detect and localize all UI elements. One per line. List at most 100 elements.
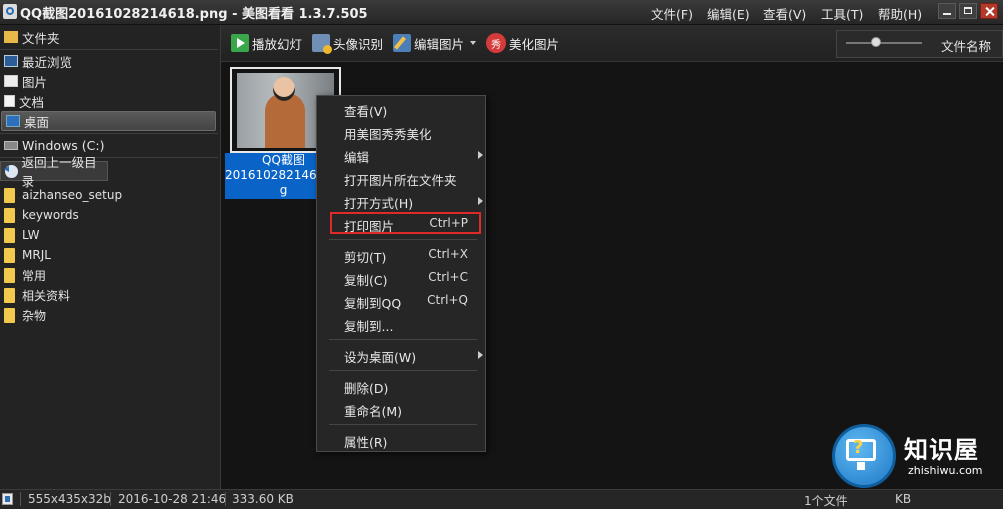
close-button[interactable] <box>980 3 998 19</box>
menu-item-label: 属性(R) <box>344 435 388 450</box>
divider <box>0 133 218 134</box>
folder-icon <box>4 307 15 323</box>
sort-label: 文件名称 <box>941 39 992 54</box>
menu-item-label: 复制到QQ <box>344 296 402 311</box>
menu-divider <box>329 424 477 425</box>
status-size: 333.60 KB <box>232 492 294 506</box>
menu-edit[interactable]: 编辑(E) <box>707 4 763 23</box>
maximize-button[interactable] <box>959 3 977 19</box>
title-bar: QQ截图20161028214618.png - 美图看看 1.3.7.505 … <box>0 0 1003 25</box>
back-arrow-icon <box>5 164 18 178</box>
folder-icon <box>4 207 15 223</box>
menu-item-label: 复制到... <box>344 319 394 334</box>
menu-item-shortcut: Ctrl+Q <box>427 293 468 307</box>
menu-item-copy-to-qq[interactable]: 复制到QQ Ctrl+Q <box>344 293 480 312</box>
menu-item-set-wallpaper[interactable]: 设为桌面(W) <box>344 347 483 366</box>
folder-name: 相关资料 <box>22 288 71 303</box>
menu-item-open-with[interactable]: 打开方式(H) <box>344 193 483 212</box>
window-controls <box>938 3 998 19</box>
zoom-slider[interactable] <box>846 42 922 44</box>
menu-item-shortcut: Ctrl+X <box>428 247 468 261</box>
folder-item[interactable]: 常用 <box>4 266 46 284</box>
folder-item[interactable]: 相关资料 <box>4 286 70 304</box>
menu-item-label: 打开方式(H) <box>344 196 414 211</box>
minimize-button[interactable] <box>938 3 956 19</box>
menu-item-properties[interactable]: 属性(R) <box>344 432 480 451</box>
back-label: 返回上一级目录 <box>21 155 97 189</box>
monitor-stand-icon <box>857 462 865 470</box>
status-dimensions: 555x435x32b <box>28 492 111 506</box>
folder-open-icon <box>4 31 18 43</box>
picture-icon <box>4 75 18 87</box>
menu-item-open-folder[interactable]: 打开图片所在文件夹 <box>344 170 480 189</box>
sidebar-item-label: 文档 <box>19 94 45 110</box>
menu-file[interactable]: 文件(F) <box>651 4 707 23</box>
menu-item-label: 复制(C) <box>344 273 388 288</box>
folder-name: LW <box>22 228 40 242</box>
menu-tools[interactable]: 工具(T) <box>821 4 878 23</box>
menu-item-label: 设为桌面(W) <box>344 350 417 365</box>
dropdown-arrow-icon[interactable] <box>470 41 477 45</box>
folder-name: MRJL <box>22 248 51 262</box>
menu-item-label: 用美图秀秀美化 <box>344 127 432 142</box>
question-mark-icon: ? <box>853 437 864 458</box>
folder-item[interactable]: aizhanseo_setup <box>4 186 122 204</box>
folder-item[interactable]: MRJL <box>4 246 51 264</box>
menu-item-delete[interactable]: 删除(D) <box>344 378 480 397</box>
menu-item-label: 查看(V) <box>344 104 388 119</box>
sidebar-header-label: 文件夹 <box>22 30 60 46</box>
menu-help[interactable]: 帮助(H) <box>878 4 938 23</box>
menu-item-label: 剪切(T) <box>344 250 387 265</box>
folder-name: aizhanseo_setup <box>22 188 123 202</box>
play-icon <box>231 34 249 52</box>
menu-item-beautify[interactable]: 用美图秀秀美化 <box>344 124 480 143</box>
divider <box>20 492 21 506</box>
folder-item[interactable]: 杂物 <box>4 306 46 324</box>
divider <box>225 492 226 506</box>
context-menu: 查看(V) 用美图秀秀美化 编辑 打开图片所在文件夹 打开方式(H) 打印图片 C… <box>316 95 486 452</box>
menu-divider <box>329 239 477 240</box>
submenu-arrow-icon <box>478 151 483 159</box>
sidebar-item-documents[interactable]: 文档 <box>0 91 218 111</box>
drive-icon <box>4 140 18 150</box>
folder-sidebar: 文件夹 最近浏览 图片 文档 桌面 Windows (C:) 返回上一级目录 a… <box>0 25 221 489</box>
menu-item-view[interactable]: 查看(V) <box>344 101 480 120</box>
sidebar-item-recent[interactable]: 最近浏览 <box>0 51 218 71</box>
slideshow-button[interactable]: 播放幻灯 <box>231 32 302 54</box>
beautify-image-label: 美化图片 <box>509 36 560 52</box>
sidebar-header[interactable]: 文件夹 <box>0 27 218 47</box>
menu-item-edit[interactable]: 编辑 <box>344 147 483 166</box>
menu-item-copy[interactable]: 复制(C) Ctrl+C <box>344 270 480 289</box>
edit-pencil-icon <box>393 34 411 52</box>
sidebar-item-label: 最近浏览 <box>22 54 73 70</box>
menu-item-label: 重命名(M) <box>344 404 403 419</box>
sidebar-item-pictures[interactable]: 图片 <box>0 71 218 91</box>
folder-icon <box>4 187 15 203</box>
menu-item-rename[interactable]: 重命名(M) <box>344 401 480 420</box>
back-to-parent-button[interactable]: 返回上一级目录 <box>0 155 108 189</box>
menu-item-copy-to[interactable]: 复制到... <box>344 316 480 335</box>
folder-icon <box>4 227 15 243</box>
submenu-arrow-icon <box>478 197 483 205</box>
sidebar-item-desktop[interactable]: 桌面 <box>1 111 216 131</box>
menu-item-label: 打开图片所在文件夹 <box>344 173 457 188</box>
folder-item[interactable]: LW <box>4 226 39 244</box>
folder-icon <box>4 267 15 283</box>
menu-view[interactable]: 查看(V) <box>763 4 821 23</box>
edit-image-button[interactable]: 编辑图片 <box>393 32 477 54</box>
status-date: 2016-10-28 21:46 <box>118 492 227 506</box>
sidebar-item-label: 桌面 <box>24 114 50 130</box>
folder-icon <box>4 287 15 303</box>
divider <box>110 492 111 506</box>
submenu-arrow-icon <box>478 351 483 359</box>
edit-image-label: 编辑图片 <box>414 36 465 52</box>
beautify-image-button[interactable]: 秀 美化图片 <box>486 32 559 54</box>
image-info-icon <box>2 493 13 505</box>
folder-item[interactable]: keywords <box>4 206 79 224</box>
print-highlight-box <box>330 212 481 234</box>
desktop-icon <box>6 115 20 127</box>
person-photo-body <box>265 93 305 148</box>
menu-item-cut[interactable]: 剪切(T) Ctrl+X <box>344 247 480 266</box>
document-icon <box>4 95 15 107</box>
face-recognition-button[interactable]: 头像识别 <box>312 32 383 54</box>
